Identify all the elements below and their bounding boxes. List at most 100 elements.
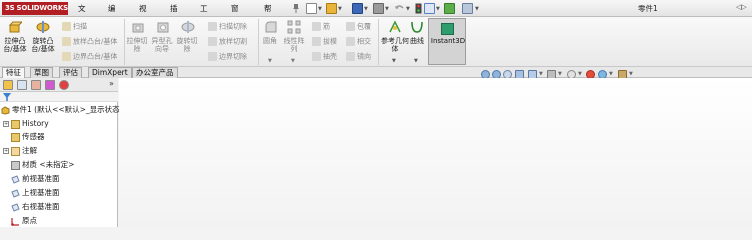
tree-item-label: 原点 [22, 216, 37, 225]
search-expand-icon[interactable]: ◁▷ [736, 3, 752, 14]
print-dropdown-icon[interactable]: ▼ [385, 6, 389, 12]
tab-evaluate[interactable]: 评估 [59, 67, 82, 78]
graphics-area[interactable] [119, 78, 752, 227]
display-manager-tab-icon[interactable] [59, 80, 69, 90]
mirror-button[interactable]: 镜向 [346, 52, 371, 61]
menu-window[interactable]: 窗口(W) [231, 0, 244, 47]
plane-icon [11, 175, 20, 184]
tab-features[interactable]: 特征 [2, 67, 25, 78]
configuration-manager-tab-icon[interactable] [31, 80, 41, 90]
pattern-dropdown-icon[interactable]: ▼ [291, 58, 295, 64]
linear-pattern-button[interactable]: 线性阵列 [282, 37, 306, 53]
new-dropdown-icon[interactable]: ▼ [318, 6, 322, 12]
save-dropdown-icon[interactable]: ▼ [364, 6, 368, 12]
hole-wizard-button[interactable]: 异型孔向导 [150, 37, 174, 53]
dimxpert-manager-tab-icon[interactable] [45, 80, 55, 90]
options-dropdown-icon[interactable]: ▼ [475, 6, 479, 12]
tab-dimxpert[interactable]: DimXpert [88, 67, 132, 78]
ribbon-separator [378, 19, 379, 65]
display-dropdown-icon[interactable]: ▼ [558, 71, 562, 77]
curves-dropdown-icon[interactable]: ▼ [414, 58, 418, 64]
feature-manager-toolbar: » [0, 78, 118, 92]
draft-button[interactable]: 拔模 [312, 37, 337, 46]
menu-tools[interactable]: 工具(T) [200, 0, 210, 47]
rib-icon [312, 22, 321, 31]
sweep-cut-button[interactable]: 扫描切除 [208, 22, 247, 31]
options-icon[interactable] [462, 3, 473, 14]
sweep-boss-icon [62, 22, 71, 31]
plane-icon [11, 203, 20, 212]
sensors-folder-icon [11, 133, 20, 142]
feature-filter-bar[interactable] [0, 92, 118, 102]
rib-label: 筋 [323, 22, 330, 31]
feature-tree-tab-icon[interactable] [3, 80, 13, 90]
wrap-button[interactable]: 包覆 [346, 22, 371, 31]
select-arrow-icon[interactable] [424, 3, 435, 14]
boundary-cut-label: 边界切除 [219, 52, 247, 61]
menu-insert[interactable]: 插入(I) [170, 0, 178, 47]
property-manager-tab-icon[interactable] [17, 80, 27, 90]
expand-panel-icon[interactable]: » [109, 79, 114, 88]
rib-button[interactable]: 筋 [312, 22, 330, 31]
pin-icon[interactable] [292, 3, 300, 14]
extrude-boss-button[interactable]: 拉伸凸台/基体 [2, 37, 28, 53]
revolve-boss-button[interactable]: 旋转凸台/基体 [30, 37, 56, 53]
tree-item-label: 前视基准面 [22, 174, 60, 183]
sweep-boss-button[interactable]: 扫描 [62, 22, 87, 31]
menu-view[interactable]: 视图(V) [139, 0, 150, 47]
new-document-icon[interactable] [306, 3, 317, 14]
loft-boss-button[interactable]: 放样凸台/基体 [62, 37, 117, 46]
menu-file[interactable]: 文件(F) [78, 0, 88, 47]
boundary-boss-label: 边界凸台/基体 [73, 52, 118, 61]
boundary-cut-icon [208, 52, 217, 61]
menu-help[interactable]: 帮助(H) [264, 0, 276, 47]
solidworks-logo[interactable]: 3S SOLIDWORKS [2, 2, 68, 15]
orientation-dropdown-icon[interactable]: ▼ [539, 71, 543, 77]
expand-toggle-icon[interactable]: + [3, 148, 9, 154]
boundary-boss-icon [62, 52, 71, 61]
reference-dropdown-icon[interactable]: ▼ [392, 58, 396, 64]
scene-dropdown-icon[interactable]: ▼ [609, 71, 613, 77]
extrude-cut-button[interactable]: 拉伸切除 [125, 37, 149, 53]
loft-cut-icon [208, 37, 217, 46]
instant3d-label: Instant3D [430, 37, 466, 45]
reference-geometry-button[interactable]: 参考几何体 [381, 37, 409, 53]
shell-label: 抽壳 [323, 52, 337, 61]
revolve-cut-button[interactable]: 旋转切除 [175, 37, 199, 53]
mirror-icon [346, 52, 355, 61]
rebuild-icon[interactable] [444, 3, 455, 14]
intersect-button[interactable]: 相交 [346, 37, 371, 46]
filter-icon[interactable] [3, 93, 11, 101]
title-bar: 3SSOLIDWORKS 文件(F) 编辑(E) 视图(V) 插入(I) 工具(… [0, 0, 752, 47]
menu-edit[interactable]: 编辑(E) [108, 0, 119, 47]
tab-office-products[interactable]: 办公室产品 [132, 67, 178, 78]
curves-button[interactable]: 曲线 [407, 37, 427, 45]
tree-item-label: 上视基准面 [22, 188, 60, 197]
expand-toggle-icon[interactable]: + [3, 121, 9, 127]
traffic-light-icon[interactable] [415, 3, 422, 14]
revolve-boss-icon [36, 21, 50, 33]
view-settings-dropdown-icon[interactable]: ▼ [629, 71, 633, 77]
save-icon[interactable] [352, 3, 363, 14]
tab-sketch[interactable]: 草图 [30, 67, 53, 78]
reference-geometry-icon [389, 20, 401, 33]
open-dropdown-icon[interactable]: ▼ [338, 6, 342, 12]
annotations-icon [11, 147, 20, 156]
undo-icon[interactable] [394, 3, 405, 14]
loft-cut-button[interactable]: 放样切割 [208, 37, 247, 46]
instant3d-icon [441, 23, 454, 35]
shell-button[interactable]: 抽壳 [312, 52, 337, 61]
hide-show-dropdown-icon[interactable]: ▼ [578, 71, 582, 77]
instant3d-button[interactable]: Instant3D [428, 18, 466, 65]
print-icon[interactable] [373, 3, 384, 14]
fillet-button[interactable]: 圆角 [259, 37, 281, 45]
history-folder-icon [11, 120, 20, 129]
open-folder-icon[interactable] [326, 3, 337, 14]
fillet-dropdown-icon[interactable]: ▼ [268, 58, 272, 64]
select-dropdown-icon[interactable]: ▼ [436, 6, 440, 12]
tree-item-label: 右视基准面 [22, 202, 60, 211]
boundary-boss-button[interactable]: 边界凸台/基体 [62, 52, 117, 61]
boundary-cut-button[interactable]: 边界切除 [208, 52, 247, 61]
undo-dropdown-icon[interactable]: ▼ [406, 6, 410, 12]
logo-text: SOLIDWORKS [16, 4, 69, 12]
